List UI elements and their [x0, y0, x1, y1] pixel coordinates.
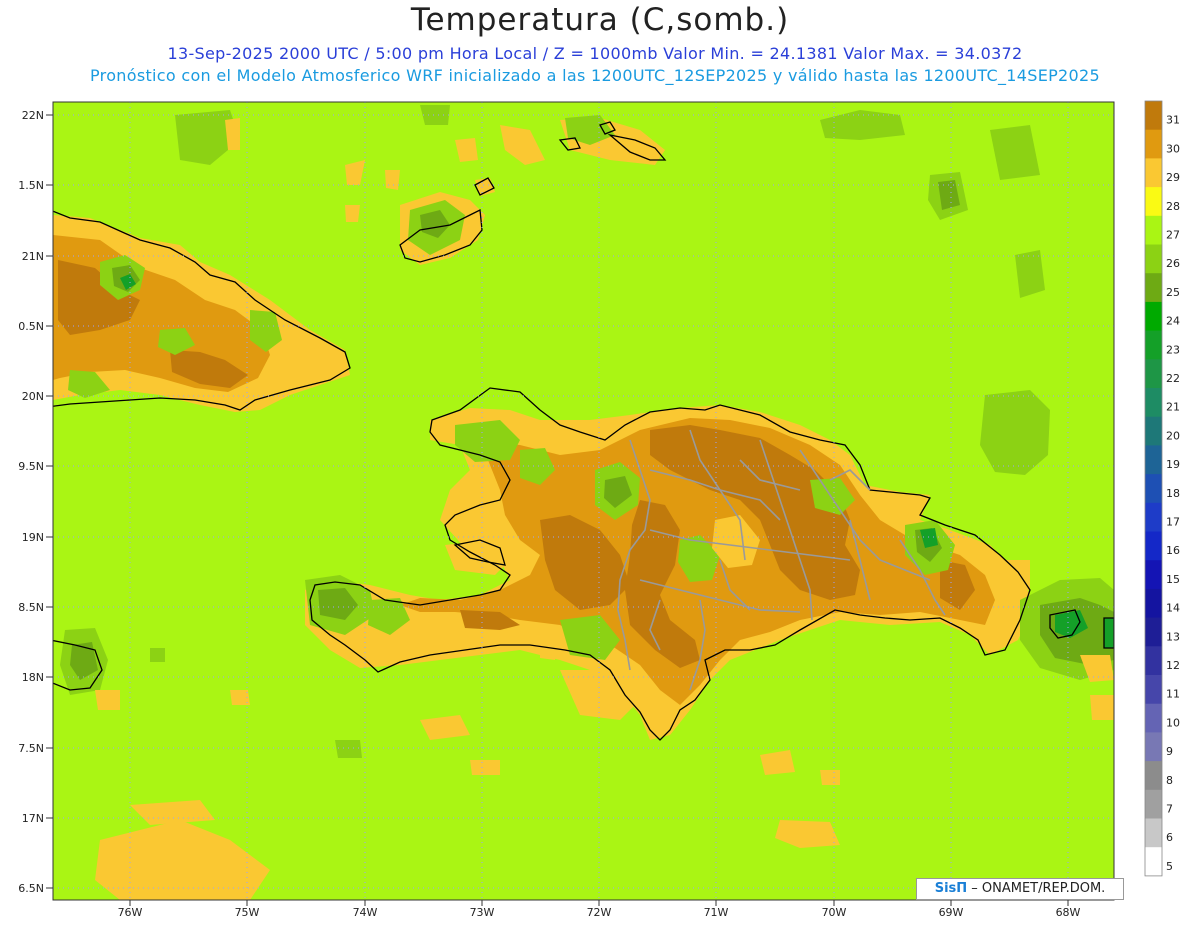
- colorbar-swatch: [1145, 531, 1162, 561]
- credit-text: – ONAMET/REP.DOM.: [967, 881, 1106, 896]
- longitude-labels: 76W 75W 74W 73W 72W 71W 70W 69W 68W: [118, 906, 1081, 919]
- temperature-map: 22N 1.5N 21N 0.5N 20N 9.5N 19N 8.5N 18N …: [18, 100, 1180, 919]
- lat-label: 6.5N: [18, 882, 44, 895]
- lat-label: 17N: [22, 812, 44, 825]
- lat-label: 19N: [22, 531, 44, 544]
- credit-box: SisΠ – ONAMET/REP.DOM.: [916, 878, 1124, 900]
- colorbar-label: 28: [1166, 200, 1180, 213]
- lon-label: 72W: [587, 906, 612, 919]
- lon-label: 75W: [235, 906, 260, 919]
- colorbar-swatch: [1145, 244, 1162, 274]
- colorbar-label: 19: [1166, 458, 1180, 471]
- colorbar-label: 24: [1166, 315, 1180, 328]
- colorbar-label: 26: [1166, 257, 1180, 270]
- colorbar-swatch: [1145, 301, 1162, 332]
- colorbar-label: 22: [1166, 372, 1180, 385]
- colorbar-label: 14: [1166, 602, 1180, 615]
- colorbar-label: 13: [1166, 630, 1180, 643]
- lon-label: 69W: [939, 906, 964, 919]
- colorbar-swatch: [1145, 646, 1162, 676]
- colorbar-swatch: [1145, 675, 1162, 705]
- colorbar-label: 25: [1166, 286, 1180, 299]
- colorbar-swatch: [1145, 158, 1162, 188]
- colorbar-swatch: [1145, 818, 1162, 848]
- colorbar-label: 31: [1166, 114, 1180, 127]
- lat-label: 22N: [22, 109, 44, 122]
- colorbar-swatch: [1145, 330, 1162, 360]
- lat-label: 9.5N: [18, 460, 44, 473]
- colorbar-swatch: [1145, 359, 1162, 389]
- colorbar-label: 7: [1166, 803, 1173, 816]
- lat-label: 18N: [22, 671, 44, 684]
- lon-label: 68W: [1056, 906, 1081, 919]
- colorbar-label: 8: [1166, 774, 1173, 787]
- colorbar-label: 15: [1166, 573, 1180, 586]
- colorbar-swatch: [1145, 129, 1162, 159]
- colorbar-swatch: [1145, 789, 1162, 819]
- colorbar-label: 9: [1166, 745, 1173, 758]
- colorbar-swatch: [1145, 445, 1162, 475]
- lat-label: 0.5N: [18, 320, 44, 333]
- colorbar-swatch: [1145, 215, 1162, 245]
- colorbar-swatch: [1145, 588, 1162, 619]
- lon-label: 76W: [118, 906, 143, 919]
- colorbar-label: 6: [1166, 831, 1173, 844]
- colorbar-swatch: [1145, 847, 1162, 877]
- lat-label: 20N: [22, 390, 44, 403]
- credit-brand: SisΠ: [934, 881, 968, 896]
- colorbar-label: 16: [1166, 544, 1180, 557]
- colorbar-swatch: [1145, 388, 1162, 418]
- colorbar-label: 5: [1166, 860, 1173, 873]
- lon-ticks: [129, 900, 1069, 906]
- colorbar-label: 30: [1166, 142, 1180, 155]
- colorbar-label: 17: [1166, 516, 1180, 529]
- colorbar-swatch: [1145, 732, 1162, 762]
- colorbar-swatch: [1145, 101, 1162, 131]
- lat-ticks: [46, 114, 53, 889]
- colorbar-label: 20: [1166, 429, 1180, 442]
- temperature-colorbar: 31 30 29 28 27 26 25 24 23 22 21 20 19 18 17 16 15 14 13 12…: [1144, 100, 1180, 877]
- colorbar-swatch: [1145, 703, 1162, 733]
- lat-label: 21N: [22, 250, 44, 263]
- colorbar-label: 12: [1166, 659, 1180, 672]
- lon-label: 74W: [353, 906, 378, 919]
- colorbar-swatch: [1145, 761, 1162, 791]
- lat-label: 1.5N: [18, 179, 44, 192]
- colorbar-label: 21: [1166, 401, 1180, 414]
- colorbar-label: 27: [1166, 229, 1180, 242]
- colorbar-swatch: [1145, 617, 1162, 647]
- lat-label: 7.5N: [18, 742, 44, 755]
- lon-label: 71W: [704, 906, 729, 919]
- colorbar-swatch: [1145, 474, 1162, 504]
- colorbar-label: 18: [1166, 487, 1180, 500]
- colorbar-label: 11: [1166, 688, 1180, 701]
- colorbar-swatch: [1145, 502, 1162, 532]
- colorbar-swatch: [1145, 416, 1162, 446]
- colorbar-label: 29: [1166, 171, 1180, 184]
- colorbar-swatch: [1145, 273, 1162, 303]
- colorbar-swatch: [1145, 560, 1162, 590]
- latitude-labels: 22N 1.5N 21N 0.5N 20N 9.5N 19N 8.5N 18N …: [18, 109, 44, 895]
- lat-label: 8.5N: [18, 601, 44, 614]
- colorbar-label: 23: [1166, 343, 1180, 356]
- colorbar-swatch: [1145, 187, 1162, 217]
- colorbar-label: 10: [1166, 716, 1180, 729]
- lon-label: 70W: [822, 906, 847, 919]
- lon-label: 73W: [470, 906, 495, 919]
